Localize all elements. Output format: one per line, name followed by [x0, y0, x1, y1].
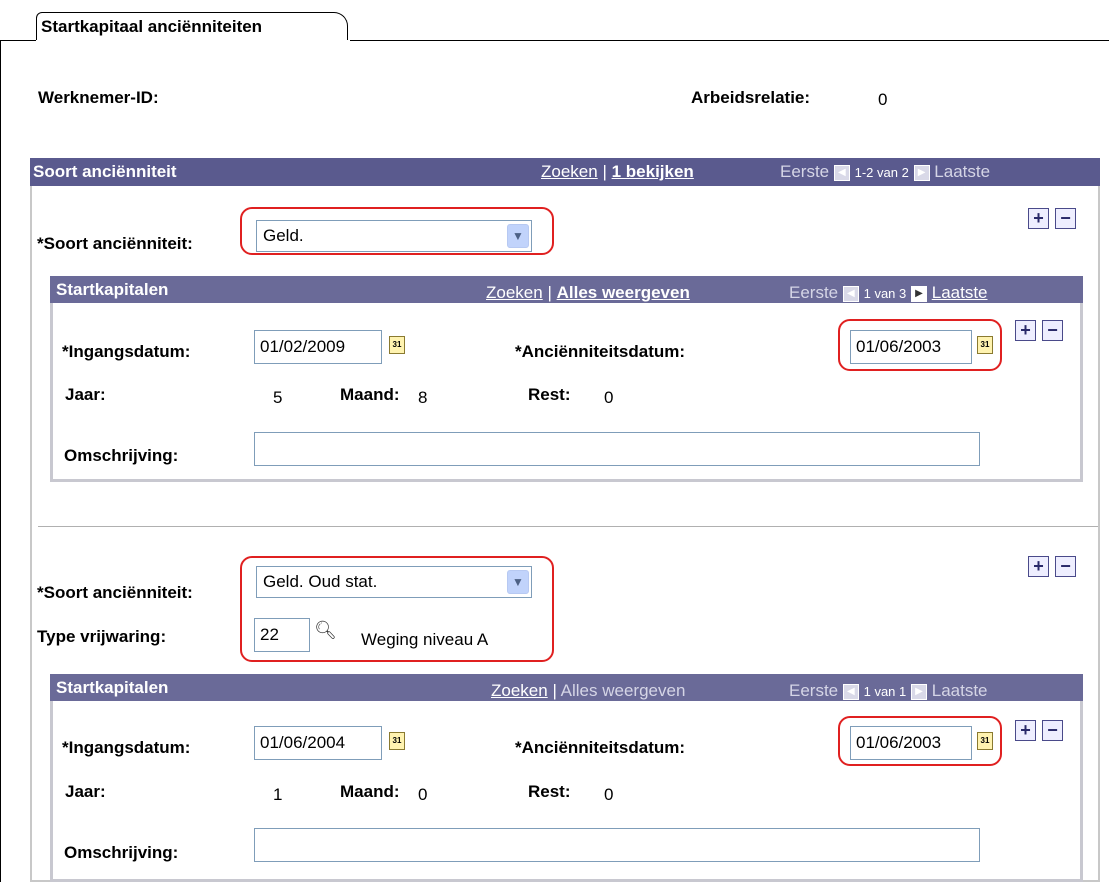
entry2-rest-label: Rest:	[528, 782, 571, 801]
page-border	[0, 40, 1, 882]
chevron-down-icon[interactable]: ▼	[507, 224, 529, 248]
startkapitalen-title-2: Startkapitalen	[56, 678, 169, 697]
entry1-desc-label: Omschrijving:	[64, 446, 179, 465]
inner2-sep: |	[552, 681, 557, 700]
inner2-range: 1 van 1	[863, 684, 907, 699]
entry1-month-value: 8	[418, 388, 428, 407]
tab-startkapitaal[interactable]: Startkapitaal anciënniteiten	[36, 12, 348, 40]
add-entry2-button[interactable]: +	[1028, 556, 1049, 577]
entry1-seniority-input[interactable]: 01/06/2003	[850, 330, 972, 364]
startkapitalen-title-1: Startkapitalen	[56, 280, 169, 299]
entry1-start-label: *Ingangsdatum:	[62, 342, 191, 361]
entry2-rest-value: 0	[604, 785, 614, 804]
outer-next-icon: ▶	[913, 164, 930, 181]
entry2-indemnity-input[interactable]: 22	[254, 618, 310, 652]
inner2-last: Laatste	[931, 681, 988, 700]
add-row1-button[interactable]: +	[1015, 320, 1036, 341]
inner1-range: 1 van 3	[863, 286, 907, 301]
calendar-icon[interactable]: 31	[977, 732, 993, 750]
entry2-type-label: *Soort anciënniteit:	[37, 583, 193, 602]
entry2-month-label: Maand:	[340, 782, 400, 801]
tab-line-right	[350, 40, 1109, 41]
inner2-next-icon: ▶	[911, 683, 927, 700]
inner1-pager: Eerste ◀ 1 van 3 ▶ Laatste	[789, 283, 988, 303]
entry2-start-value: 01/06/2004	[260, 733, 346, 752]
inner1-prev-icon: ◀	[842, 285, 859, 302]
add-row2-button[interactable]: +	[1015, 720, 1036, 741]
employee-id-label: Werknemer-ID:	[38, 88, 159, 107]
remove-row1-button[interactable]: −	[1042, 320, 1063, 341]
entry1-rest-label: Rest:	[528, 385, 571, 404]
entry2-indemnity-value: 22	[260, 625, 279, 644]
entry1-type-label: *Soort anciënniteit:	[37, 234, 193, 253]
entry1-start-value: 01/02/2009	[260, 337, 346, 356]
outer-last: Laatste	[934, 162, 991, 181]
inner2-prev-icon: ◀	[842, 683, 859, 700]
entry-divider	[38, 526, 1098, 527]
entry1-seniority-label: *Anciënniteitsdatum:	[515, 342, 686, 361]
inner2-find-link[interactable]: Zoeken	[491, 681, 548, 700]
relation-value: 0	[878, 90, 888, 109]
outer-view-link[interactable]: 1 bekijken	[612, 162, 694, 181]
entry1-year-value: 5	[273, 388, 283, 407]
entry2-year-value: 1	[273, 785, 283, 804]
entry1-month-label: Maand:	[340, 385, 400, 404]
entry2-seniority-value: 01/06/2003	[856, 733, 942, 752]
calendar-icon[interactable]: 31	[389, 732, 405, 750]
entry2-month-value: 0	[418, 785, 428, 804]
outer-sep: |	[602, 162, 607, 181]
entry2-seniority-input[interactable]: 01/06/2003	[850, 726, 972, 760]
entry2-indemnity-desc: Weging niveau A	[361, 630, 489, 649]
remove-entry1-button[interactable]: −	[1055, 208, 1076, 229]
remove-entry2-button[interactable]: −	[1055, 556, 1076, 577]
inner1-sep: |	[547, 283, 552, 302]
entry2-start-label: *Ingangsdatum:	[62, 738, 191, 757]
seniority-type-title: Soort anciënniteit	[33, 162, 177, 181]
calendar-icon[interactable]: 31	[977, 336, 993, 354]
entry2-start-input[interactable]: 01/06/2004	[254, 726, 382, 760]
outer-first: Eerste	[780, 162, 830, 181]
search-icon[interactable]: 🔍︎	[314, 620, 337, 641]
outer-prev-icon: ◀	[833, 164, 850, 181]
tab-line-left	[0, 40, 36, 41]
entry1-rest-value: 0	[604, 388, 614, 407]
outer-range: 1-2 van 2	[854, 165, 909, 180]
entry2-desc-label: Omschrijving:	[64, 843, 179, 862]
entry2-seniority-label: *Anciënniteitsdatum:	[515, 738, 686, 757]
remove-row2-button[interactable]: −	[1042, 720, 1063, 741]
entry2-type-value: Geld. Oud stat.	[263, 572, 378, 591]
entry2-year-label: Jaar:	[65, 782, 106, 801]
entry2-desc-input[interactable]	[254, 828, 980, 862]
add-entry1-button[interactable]: +	[1028, 208, 1049, 229]
entry2-type-select[interactable]: Geld. Oud stat. ▼	[256, 566, 532, 598]
chevron-down-icon[interactable]: ▼	[507, 570, 529, 594]
entry1-start-input[interactable]: 01/02/2009	[254, 330, 382, 364]
inner2-nav: Zoeken | Alles weergeven	[491, 681, 685, 701]
entry2-indemnity-label: Type vrijwaring:	[37, 627, 167, 646]
inner1-first: Eerste	[789, 283, 839, 302]
entry1-type-value: Geld.	[263, 226, 304, 245]
entry1-desc-input[interactable]	[254, 432, 980, 466]
inner2-pager: Eerste ◀ 1 van 1 ▶ Laatste	[789, 681, 988, 701]
inner1-next-icon[interactable]: ▶	[911, 285, 927, 302]
entry1-type-select[interactable]: Geld. ▼	[256, 220, 532, 252]
inner2-view-all: Alles weergeven	[560, 681, 686, 700]
tab-label: Startkapitaal anciënniteiten	[41, 17, 263, 36]
inner1-view-all-link[interactable]: Alles weergeven	[557, 283, 690, 302]
calendar-icon[interactable]: 31	[389, 336, 405, 354]
outer-pager: Eerste ◀ 1-2 van 2 ▶ Laatste	[780, 162, 990, 182]
relation-label: Arbeidsrelatie:	[691, 88, 811, 107]
outer-nav: Zoeken | 1 bekijken	[541, 162, 694, 182]
entry1-seniority-value: 01/06/2003	[856, 337, 942, 356]
entry1-year-label: Jaar:	[65, 385, 106, 404]
outer-find-link[interactable]: Zoeken	[541, 162, 598, 181]
inner1-last-link[interactable]: Laatste	[932, 283, 988, 302]
inner2-first: Eerste	[789, 681, 839, 700]
inner1-find-link[interactable]: Zoeken	[486, 283, 543, 302]
inner1-nav: Zoeken | Alles weergeven	[486, 283, 690, 303]
